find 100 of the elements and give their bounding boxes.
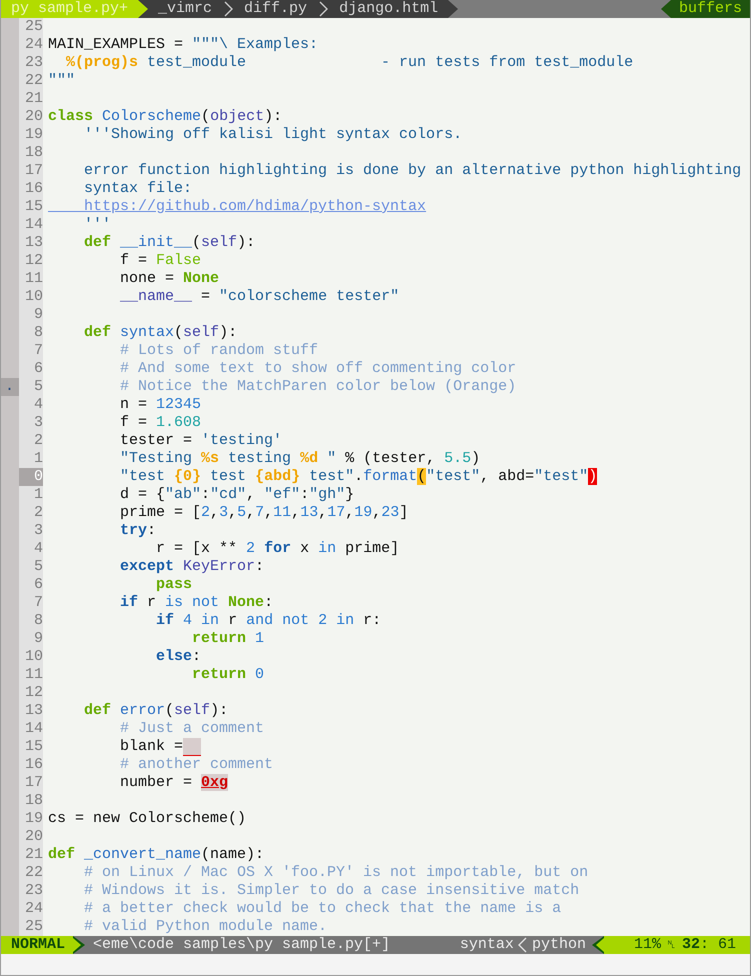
code-line: pass [155,576,192,594]
line-number: 16 [24,756,43,774]
line-number: 5 [32,378,43,396]
line-number: 15 [24,198,43,216]
line-number: 13 [24,234,43,252]
code-line: "test {0} test {abd} test".format("test", abd="test") [119,468,598,486]
line-number: 1 [32,486,43,504]
line-number: 7 [32,594,43,612]
code-line: n = 12345 [119,396,202,414]
line-number: 23 [24,54,43,72]
code-line: error function highlighting is done by an alternative python highlighting [83,162,742,180]
line-number: 13 [24,702,43,720]
code-line: "Testing %s testing %d " % (tester, 5.5) [119,450,480,468]
code-line: else: [155,648,202,666]
line-number: 4 [32,396,43,414]
line-number: 23 [24,882,43,900]
line-number: 0 [19,468,43,486]
line-number: 19 [24,810,43,828]
line-number: 10 [24,288,43,306]
line-number: 8 [32,612,43,630]
line-number: 12 [24,684,43,702]
code-line: __name__ = "colorscheme tester" [119,288,400,306]
code-line: r = [x ** 2 for x in prime] [155,540,400,558]
file-path: <eme\code samples\py sample.py[+] [92,936,390,954]
code-line: # Just a comment [119,720,264,738]
line-number: 8 [32,324,43,342]
code-line: return 1 [191,630,264,648]
line-number: 2 [32,504,43,522]
code-line: def _convert_name(name): [48,846,264,864]
line-number: 7 [32,342,43,360]
syntax-label: syntax [460,936,515,954]
code-line: f = 1.608 [119,414,202,432]
code-line: ''' [83,216,112,234]
line-number: 11 [24,666,43,684]
line-symbol: ␤ [666,937,676,953]
line-number: 6 [32,576,43,594]
line-number: 6 [32,360,43,378]
line-number: 3 [32,414,43,432]
line-number: 21 [24,846,43,864]
code-line: except KeyError: [119,558,264,576]
code-line: prime = [2,3,5,7,11,13,17,19,23] [119,504,408,522]
line-number: 9 [32,630,43,648]
code-line: https://github.com/hdima/python-syntax [83,198,426,216]
code-line: syntax file: [83,180,192,198]
tab[interactable]: diff.py [234,0,318,18]
code-line: """ [48,72,76,90]
line-number: 9 [32,306,43,324]
line-number: 14 [24,720,43,738]
line-number: 10 [24,648,43,666]
line-number: 24 [24,36,43,54]
code-line: def syntax(self): [83,324,238,342]
cursor-position: 32: 61 [682,936,736,954]
code-line: '''Showing off kalisi light syntax colors. [83,126,462,144]
code-line: def error(self): [83,702,228,720]
line-number: 15 [24,738,43,756]
line-number: 25 [24,918,43,936]
code-line: if 4 in r and not 2 in r: [155,612,382,630]
line-number: 20 [24,828,43,846]
line-number: 12 [24,252,43,270]
line-number: 17 [24,162,43,180]
code-line: # Lots of random stuff [119,342,318,360]
line-number: 3 [32,522,43,540]
code-line: none = None [119,270,220,288]
line-number: 22 [24,72,43,90]
code-line: cs = new Colorscheme() [48,810,246,828]
code-line: if r is not None: [119,594,274,612]
line-number: 25 [24,18,43,36]
line-number: 20 [24,108,43,126]
line-number: 11 [24,270,43,288]
code-line: # valid Python module name. [83,918,328,936]
code-line: number = 0xg [119,774,228,792]
code-line: return 0 [191,666,264,684]
code-line: # another comment [119,756,274,774]
code-line: try: [119,522,156,540]
code-line: tester = 'testing' [119,432,282,450]
code-line: # And some text to show off commenting color [119,360,516,378]
tab[interactable]: _vimrc [148,0,222,18]
line-number: 4 [32,540,43,558]
line-number: 21 [24,90,43,108]
line-number: 5 [32,558,43,576]
code-line: d = {"ab":"cd", "ef":"gh"} [119,486,354,504]
line-number: 16 [24,180,43,198]
code-line: # Windows it is. Simpler to do a case insensitive match [83,882,580,900]
line-number: 19 [24,126,43,144]
sign-marker: . [1,378,19,396]
line-number: 1 [32,450,43,468]
code-line: # a better check would be to check that the name is a [83,900,562,918]
line-number: 18 [24,792,43,810]
filetype-label: python [530,936,587,954]
code-line: class Colorscheme(object): [48,108,282,126]
code-line: blank = [119,738,184,756]
line-number: 17 [24,774,43,792]
code-line: %(prog)s test_module - run tests from test_module [65,54,634,72]
code-line: # on Linux / Mac OS X 'foo.PY' is not importable, but on [83,864,588,882]
percent-label: 11% [634,936,661,954]
line-number: 18 [24,144,43,162]
code-line: MAIN_EXAMPLES = """\ Examples: [48,36,318,54]
line-number: 22 [24,864,43,882]
line-number: 14 [24,216,43,234]
line-number: 24 [24,900,43,918]
